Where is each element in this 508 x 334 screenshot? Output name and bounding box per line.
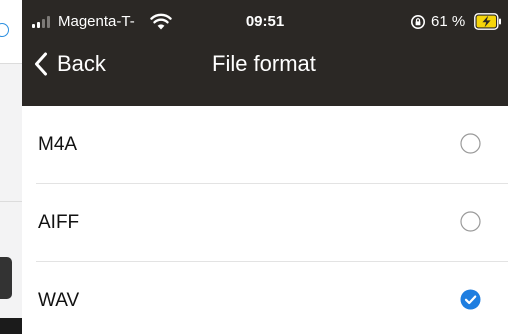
screen: Magenta-T- 09:51 61 % Back File format M…: [0, 0, 508, 334]
background-divider: [0, 201, 22, 202]
background-info-icon: [0, 23, 9, 37]
status-bar: Magenta-T- 09:51 61 %: [22, 0, 508, 36]
option-label: AIFF: [38, 212, 80, 233]
battery-percentage: 61 %: [431, 13, 466, 30]
back-button[interactable]: Back: [34, 47, 106, 81]
option-wav[interactable]: WAV: [22, 262, 508, 334]
header: Magenta-T- 09:51 61 % Back File format: [22, 0, 508, 106]
file-format-sheet: Magenta-T- 09:51 61 % Back File format M…: [22, 0, 508, 334]
background-app-header: [0, 0, 22, 64]
background-button: [0, 257, 12, 299]
page-title: File format: [212, 51, 316, 76]
format-options-list: M4A AIFF WAV: [22, 106, 508, 334]
radio-unchecked-icon[interactable]: [460, 133, 481, 154]
chevron-left-icon: [35, 52, 47, 76]
battery-charging-icon: [474, 13, 501, 30]
option-label: WAV: [38, 290, 80, 311]
background-app: [0, 0, 22, 334]
radio-unchecked-icon[interactable]: [460, 211, 481, 232]
orientation-lock-icon: [411, 15, 425, 29]
back-label: Back: [57, 51, 106, 76]
radio-checked-icon[interactable]: [460, 289, 481, 310]
background-bottom-bar: [0, 318, 22, 334]
option-label: M4A: [38, 134, 78, 155]
option-m4a[interactable]: M4A: [22, 106, 508, 184]
option-aiff[interactable]: AIFF: [22, 184, 508, 262]
